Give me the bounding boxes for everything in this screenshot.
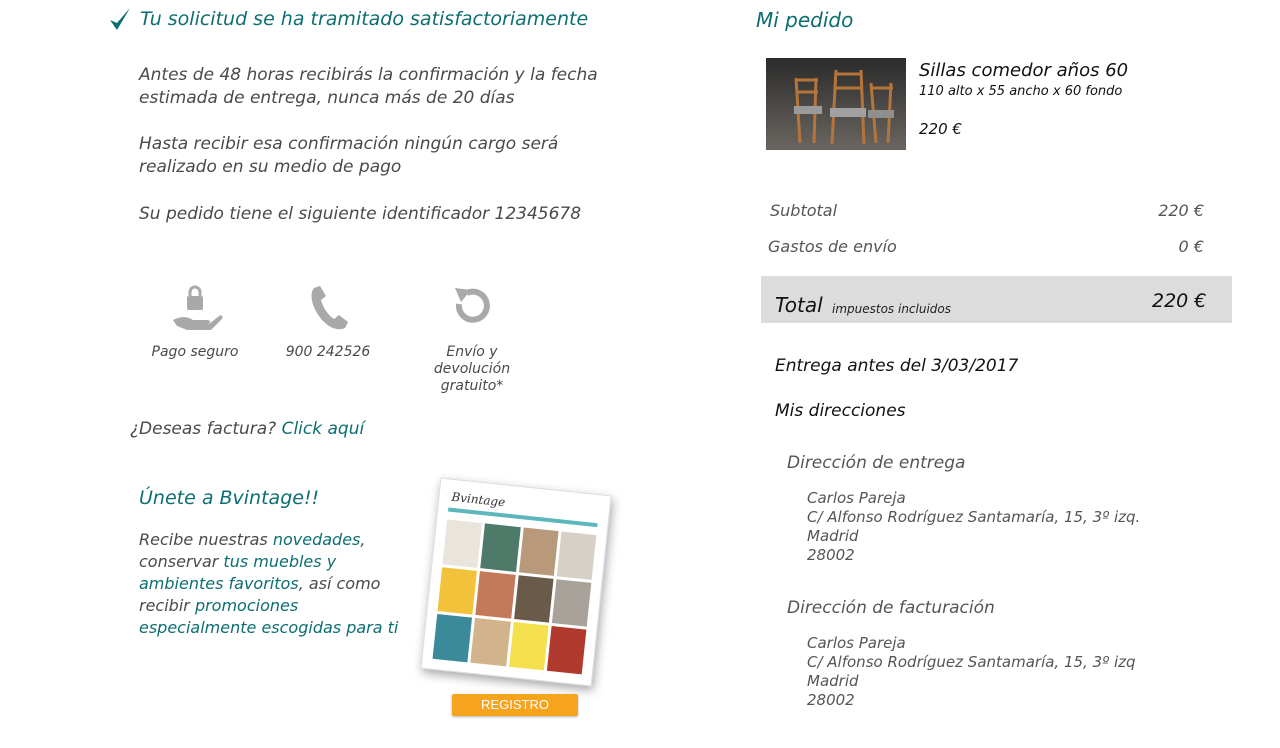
delivery-date: Entrega antes del 3/03/2017 [775,356,1019,376]
order-id-message: Su pedido tiene el siguiente identificad… [139,204,582,224]
phone-icon [311,286,348,330]
flyer-grid [432,519,597,675]
subtotal-row: Subtotal 220 € [770,201,1204,220]
checkmark-icon [110,8,130,30]
product-price: 220 € [919,120,962,138]
order-title: Mi pedido [756,8,854,32]
billing-address-heading: Dirección de facturación [787,598,995,618]
join-text: Recibe nuestras [139,530,273,549]
newsletter-flyer-image: Bvintage [420,477,612,687]
shipping-address-heading: Dirección de entrega [787,453,966,473]
address-name: Carlos Pareja [807,489,906,507]
invoice-link[interactable]: Click aquí [282,419,365,439]
product-image [766,58,906,150]
register-button[interactable]: REGISTRO [452,694,578,716]
join-title: Únete a Bvintage!! [139,487,320,509]
address-name: Carlos Pareja [807,634,906,652]
subtotal-value: 220 € [1158,201,1204,220]
return-arrow-icon [455,288,490,323]
feature-phone: 900 242526 [268,282,388,361]
confirmation-message: Antes de 48 horas recibirás la confirmac… [139,65,598,108]
address-zip: 28002 [807,546,855,564]
address-city: Madrid [807,527,859,545]
product-dimensions: 110 alto x 55 ancho x 60 fondo [919,84,1123,99]
address-city: Madrid [807,672,859,690]
flyer-brand: Bvintage [450,489,506,510]
chairs-image [766,58,906,150]
lock-hand-icon [173,285,223,330]
invoice-question: ¿Deseas factura? [130,419,277,439]
address-zip: 28002 [807,691,855,709]
feature-label: Pago seguro [151,344,239,360]
join-description: Recibe nuestras novedades, conservar tus… [139,529,419,639]
shipping-label: Gastos de envío [768,237,897,256]
feature-label: Envío y devolución gratuito* [433,344,511,394]
subtotal-label: Subtotal [770,201,838,220]
phone-number[interactable]: 900 242526 [268,344,388,361]
addresses-title: Mis direcciones [775,401,906,421]
address-street: C/ Alfonso Rodríguez Santamaría, 15, 3º … [807,653,1136,671]
shipping-value: 0 € [1178,237,1204,256]
payment-message: Hasta recibir esa confirmación ningún ca… [139,134,559,177]
join-highlight: novedades [272,530,361,549]
feature-free-shipping: Envío y devolución gratuito* [412,282,532,395]
total-value: 220 € [1152,290,1207,312]
confirmation-title-text: Tu solicitud se ha tramitado satisfactor… [140,8,589,30]
total-label: Total [775,293,823,317]
feature-secure-payment: Pago seguro [135,282,255,361]
confirmation-title: Tu solicitud se ha tramitado satisfactor… [108,6,588,32]
invoice-prompt: ¿Deseas factura? Click aquí [130,419,364,439]
total-tax-note: impuestos incluidos [832,302,952,316]
product-name: Sillas comedor años 60 [919,60,1129,81]
address-street: C/ Alfonso Rodríguez Santamaría, 15, 3º … [807,508,1141,526]
shipping-row: Gastos de envío 0 € [768,237,1204,256]
billing-address: Carlos Pareja C/ Alfonso Rodríguez Santa… [807,634,1136,710]
shipping-address: Carlos Pareja C/ Alfonso Rodríguez Santa… [807,489,1140,565]
